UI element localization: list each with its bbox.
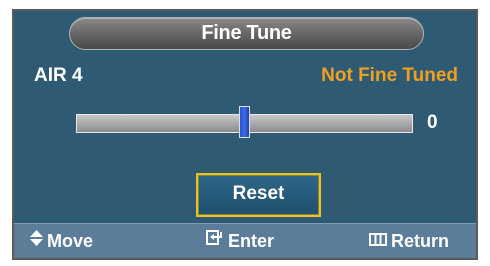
- menu-title: Fine Tune: [201, 22, 292, 44]
- up-down-arrows-icon: [30, 223, 43, 257]
- return-label: Return: [391, 231, 449, 251]
- channel-label: AIR 4: [34, 65, 83, 86]
- fine-tune-status: Not Fine Tuned: [321, 65, 458, 86]
- enter-label: Enter: [228, 231, 275, 251]
- reset-button[interactable]: Reset: [196, 173, 321, 217]
- return-hint[interactable]: Return: [369, 224, 449, 258]
- title-bar: Fine Tune: [69, 17, 424, 50]
- enter-icon: [206, 223, 224, 257]
- slider-value: 0: [427, 112, 438, 133]
- slider-thumb[interactable]: [239, 106, 250, 138]
- return-icon: [369, 223, 387, 257]
- move-hint[interactable]: Move: [30, 224, 93, 258]
- footer-bar: Move Enter Return: [14, 223, 476, 258]
- move-label: Move: [47, 231, 94, 251]
- fine-tune-menu: Fine Tune AIR 4 Not Fine Tuned 0 Reset M…: [12, 9, 478, 260]
- enter-hint[interactable]: Enter: [206, 224, 274, 258]
